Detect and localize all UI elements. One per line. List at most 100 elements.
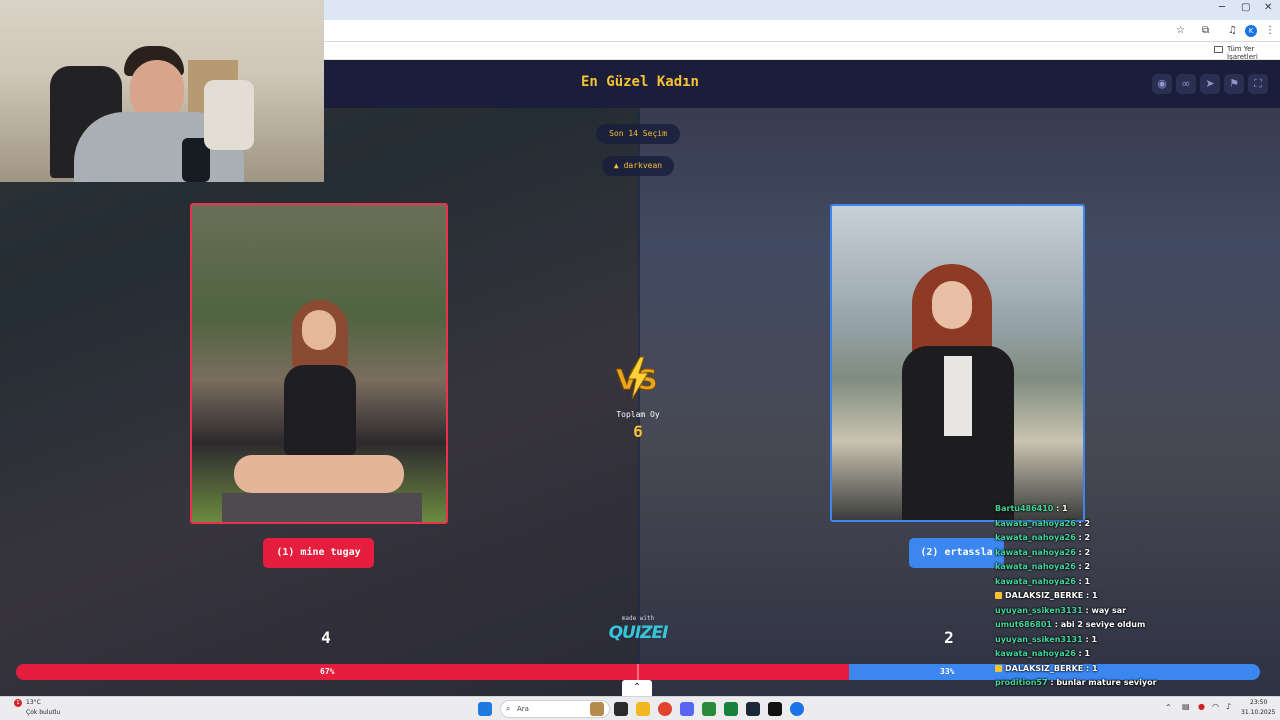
- chat-message: kawata_nahoya26 : 2: [995, 517, 1215, 532]
- vote-bar-left-fill: [16, 664, 850, 680]
- network-icon[interactable]: ▤: [1182, 702, 1190, 711]
- quizei-logo[interactable]: QUIZEI: [604, 623, 672, 643]
- chat-text: 1: [1091, 634, 1098, 644]
- chat-separator: :: [1075, 562, 1085, 571]
- left-photo-body: [284, 365, 356, 455]
- task-view-icon[interactable]: [614, 702, 628, 716]
- chat-username[interactable]: prodition57: [995, 678, 1048, 687]
- chat-message: DALAKSIZ_BERKE : 1: [995, 589, 1215, 604]
- steam-icon[interactable]: [746, 702, 760, 716]
- chat-message: kawata_nahoya26 : 1: [995, 575, 1215, 590]
- minimize-icon[interactable]: ─: [1219, 2, 1225, 13]
- chat-message: prodition57 : bunlar mature seviyor: [995, 676, 1215, 691]
- subscriber-badge-icon: [995, 592, 1002, 599]
- chat-separator: :: [1051, 620, 1061, 629]
- file-explorer-icon[interactable]: [636, 702, 650, 716]
- chevron-up-icon[interactable]: ⌃: [622, 680, 652, 696]
- fullscreen-icon[interactable]: ⛶: [1248, 74, 1268, 94]
- chat-username[interactable]: DALAKSIZ_BERKE: [1005, 664, 1083, 673]
- chat-message: uyuyan_ssiken3131 : way sar: [995, 604, 1215, 619]
- volume-icon[interactable]: ♪: [1226, 702, 1231, 711]
- chat-text: 1: [1092, 663, 1098, 673]
- menu-icon[interactable]: ⋮: [1265, 25, 1275, 36]
- weather-widget[interactable]: 1 13°C Çok bulutlu: [14, 698, 94, 720]
- chat-message: umut686801 : abi 2 seviye oldum: [995, 618, 1215, 633]
- chat-text: 1: [1062, 504, 1068, 513]
- chat-message: kawata_nahoya26 : 2: [995, 546, 1215, 561]
- chat-text: 2: [1084, 533, 1091, 542]
- close-icon[interactable]: ✕: [1264, 2, 1272, 13]
- chat-username[interactable]: umut686801: [995, 620, 1052, 629]
- score-left: 4: [321, 628, 331, 647]
- weather-desc: Çok bulutlu: [26, 709, 61, 716]
- maximize-icon[interactable]: ▢: [1241, 2, 1250, 13]
- chat-username[interactable]: kawata_nahoya26: [995, 577, 1076, 586]
- search-placeholder: Ara: [517, 705, 529, 713]
- chrome-icon[interactable]: [658, 702, 672, 716]
- xbox-icon[interactable]: [724, 702, 738, 716]
- chat-text: abi 2 seviye oldum: [1060, 620, 1146, 629]
- discord-icon[interactable]: [680, 702, 694, 716]
- vote-button-right[interactable]: (2) ertassla: [909, 538, 1004, 568]
- windows-start-icon[interactable]: [478, 702, 492, 716]
- chat-text: 1: [1084, 576, 1091, 586]
- folder-icon: [1214, 46, 1223, 53]
- link-icon[interactable]: ∞: [1176, 74, 1196, 94]
- media-icon[interactable]: ♫: [1228, 25, 1237, 36]
- extensions-icon[interactable]: ⧉: [1202, 25, 1209, 36]
- vote-button-left[interactable]: (1) mine tugay: [263, 538, 374, 568]
- chat-text: 1: [1084, 649, 1091, 658]
- chat-username[interactable]: uyuyan_ssiken3131: [995, 635, 1083, 644]
- chat-username[interactable]: Bartu486410: [995, 504, 1053, 513]
- made-with-label: made with: [621, 615, 655, 622]
- chat-text: 2: [1084, 562, 1091, 571]
- chat-text: 2: [1084, 547, 1091, 557]
- windows-taskbar: 1 13°C Çok bulutlu ⌕ Ara ⌃ ▤ ● ◠ ♪ 23:50…: [0, 696, 1280, 720]
- left-photo-chair: [222, 493, 422, 522]
- chat-message: kawata_nahoya26 : 1: [995, 647, 1215, 662]
- option-card-left[interactable]: [190, 203, 448, 524]
- chat-username[interactable]: kawata_nahoya26: [995, 562, 1076, 571]
- chat-username[interactable]: kawata_nahoya26: [995, 519, 1076, 528]
- webcam-side-chair: [204, 80, 254, 150]
- percent-right: 33%: [940, 667, 955, 676]
- taskbar-date[interactable]: 31.10.2025: [1241, 709, 1275, 716]
- all-bookmarks-link[interactable]: Tüm Yer İşaretleri: [1227, 45, 1280, 61]
- chat-text: 2: [1084, 518, 1091, 528]
- creator-badge[interactable]: ▲ darkvean: [602, 156, 674, 176]
- chat-username[interactable]: DALAKSIZ_BERKE: [1005, 591, 1083, 600]
- chevron-up-tray-icon[interactable]: ⌃: [1165, 703, 1172, 712]
- send-icon[interactable]: ➤: [1200, 74, 1220, 94]
- chat-message: kawata_nahoya26 : 2: [995, 560, 1215, 575]
- versus-icon: VS: [616, 356, 658, 400]
- chat-separator: :: [1083, 591, 1093, 600]
- right-photo-shirt: [944, 356, 972, 436]
- epic-games-icon[interactable]: [768, 702, 782, 716]
- chat-username[interactable]: kawata_nahoya26: [995, 548, 1076, 557]
- chat-separator: :: [1075, 533, 1085, 542]
- bookmark-star-icon[interactable]: ☆: [1176, 25, 1185, 36]
- taskbar-time[interactable]: 23:50: [1250, 699, 1267, 706]
- edge-icon[interactable]: [790, 702, 804, 716]
- search-icon: ⌕: [506, 704, 511, 713]
- round-badge: Son 14 Seçim: [596, 124, 680, 144]
- chat-message: uyuyan_ssiken3131 : 1: [995, 633, 1215, 648]
- chat-text: 1: [1092, 591, 1098, 600]
- creator-name: darkvean: [623, 161, 663, 170]
- option-card-right[interactable]: [830, 204, 1085, 522]
- eye-icon[interactable]: ◉: [1152, 74, 1172, 94]
- chat-username[interactable]: uyuyan_ssiken3131: [995, 606, 1083, 615]
- score-right: 2: [944, 628, 954, 647]
- creator-hat-icon: ▲: [613, 161, 619, 170]
- chat-username[interactable]: kawata_nahoya26: [995, 649, 1076, 658]
- chat-username[interactable]: kawata_nahoya26: [995, 533, 1076, 542]
- center-divider: [638, 110, 640, 696]
- mic-icon[interactable]: ●: [1198, 702, 1205, 711]
- widget-image-icon[interactable]: [590, 702, 604, 716]
- subscriber-badge-icon: [995, 664, 1002, 672]
- wifi-icon[interactable]: ◠: [1212, 702, 1219, 711]
- flag-icon[interactable]: ⚑: [1224, 74, 1244, 94]
- whatsapp-icon[interactable]: [702, 702, 716, 716]
- chat-separator: :: [1075, 518, 1085, 528]
- profile-avatar[interactable]: K: [1245, 25, 1257, 37]
